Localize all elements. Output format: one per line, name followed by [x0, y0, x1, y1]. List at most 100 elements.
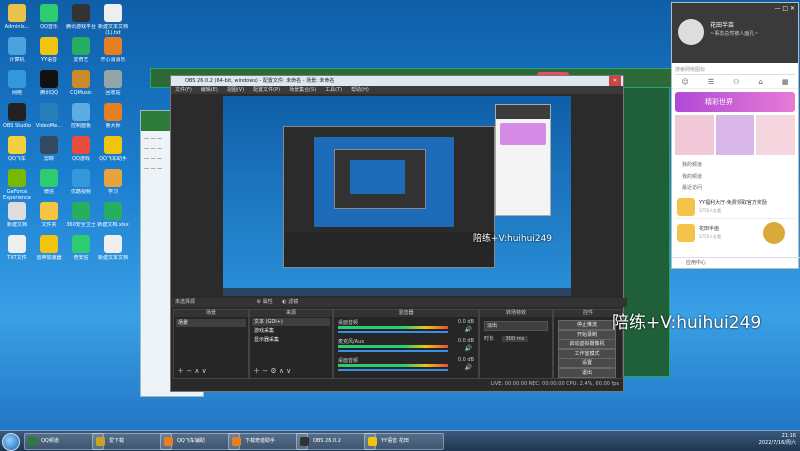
control-button[interactable]: 工作室模式: [558, 348, 616, 359]
menu-item[interactable]: 文件(F): [175, 87, 192, 93]
taskbar-item[interactable]: YY语音 花田: [364, 433, 444, 450]
control-button[interactable]: 停止推流: [558, 320, 616, 330]
list-item[interactable]: YY福利大厅-免费领取官方奖励 3755人在看: [675, 196, 795, 219]
mixer-track: 麦克风/Aux 0.0 dB 🔊: [338, 338, 474, 355]
chat-icon[interactable]: ☺: [682, 78, 689, 88]
list-item[interactable]: 花田半亩 3755人在看: [675, 222, 795, 244]
menu-item[interactable]: 场景集合(S): [289, 87, 316, 93]
contacts-icon[interactable]: ☰: [708, 78, 714, 88]
desktop-icon-label: 腾讯QQ: [40, 90, 58, 96]
apps-icon[interactable]: ▦: [782, 78, 789, 88]
duration-label: 时长: [484, 336, 495, 342]
desktop-icon[interactable]: 雷神加速器: [32, 235, 66, 267]
desktop-icon[interactable]: 计算机: [0, 37, 34, 69]
clock-time[interactable]: 21:16: [759, 433, 796, 440]
desktop-icon[interactable]: QQ游戏: [64, 136, 98, 168]
desktop-icon[interactable]: 奇安信: [64, 235, 98, 267]
app-icon: [40, 4, 58, 22]
desktop-icon[interactable]: 新建文档.xlsx: [96, 202, 130, 234]
filters-button[interactable]: 滤镜: [288, 299, 298, 305]
desktop-icon-label: 雷神加速器: [36, 255, 62, 261]
gear-icon[interactable]: ⚙: [257, 299, 261, 305]
desktop-icon-label: 新建文档.xlsx: [97, 222, 129, 228]
desktop-icon[interactable]: 新建文本文档: [96, 235, 130, 267]
desktop-icon[interactable]: CQMusic: [64, 70, 98, 102]
avatar[interactable]: [678, 19, 704, 45]
desktop-icon[interactable]: 新建文本文档 (1).txt: [96, 4, 130, 36]
source-item[interactable]: 文本 (GDI+): [252, 318, 330, 326]
desktop-icon[interactable]: TXT文件: [0, 235, 34, 267]
app-icon: [72, 235, 90, 253]
desktop-icon[interactable]: QQ飞车: [0, 136, 34, 168]
control-button[interactable]: 开始录制: [558, 329, 616, 340]
desktop-icon[interactable]: 爱奇艺: [64, 37, 98, 69]
control-button[interactable]: 设置: [558, 358, 616, 368]
desktop-icon[interactable]: 腾讯游戏平台: [64, 4, 98, 36]
app-icon: [104, 37, 122, 55]
volume-slider[interactable]: [338, 350, 448, 352]
section-my-channel[interactable]: 我的频道: [672, 158, 798, 171]
menu-item[interactable]: 编辑(E): [201, 87, 218, 93]
speaker-icon[interactable]: 🔊: [465, 326, 472, 333]
speaker-icon[interactable]: 🔊: [465, 345, 472, 352]
group-icon[interactable]: ⚇: [733, 78, 739, 88]
desktop-icon[interactable]: 回收站: [96, 70, 130, 102]
desktop-icon[interactable]: 文件夹: [32, 202, 66, 234]
desktop-icon[interactable]: 学习: [96, 169, 130, 201]
section-recent[interactable]: 最近访问: [672, 182, 798, 193]
window-controls[interactable]: — □ ✕: [774, 5, 795, 12]
scene-controls[interactable]: ＋ − ∧ ∨: [177, 366, 207, 376]
desktop-icon[interactable]: 腾讯QQ: [32, 70, 66, 102]
desktop-icon[interactable]: QQ音乐: [32, 4, 66, 36]
desktop-icon[interactable]: 鲁大师: [96, 103, 130, 135]
app-icon: [72, 37, 90, 55]
desktop-icon[interactable]: 360安全卫士: [64, 202, 98, 234]
menu-item[interactable]: 帮助(H): [351, 87, 369, 93]
scene-item[interactable]: 场景: [176, 319, 246, 327]
clock-date[interactable]: 2022/7/16/周六: [759, 440, 796, 447]
menu-item[interactable]: 视图(V): [227, 87, 244, 93]
control-button[interactable]: 退出: [558, 367, 616, 378]
desktop-icon[interactable]: 新建文档: [0, 202, 34, 234]
volume-slider[interactable]: [338, 331, 448, 333]
desktop-icon[interactable]: 控制面板: [64, 103, 98, 135]
desktop-icon[interactable]: QQ飞车助手: [96, 136, 130, 168]
control-button[interactable]: 启动虚拟摄像机: [558, 339, 616, 349]
search-input[interactable]: 搜索网络图标: [675, 66, 795, 75]
section-channel-list[interactable]: 我的频道: [672, 171, 798, 182]
channel-icon[interactable]: ⌂: [758, 78, 762, 88]
start-button[interactable]: [2, 433, 20, 451]
volume-slider[interactable]: [338, 369, 448, 371]
source-controls[interactable]: ＋ − ⚙ ∧ ∨: [253, 366, 291, 376]
footer-label[interactable]: 应用中心: [686, 260, 706, 266]
menu-item[interactable]: 工具(T): [325, 87, 342, 93]
banner-label: 精彩世界: [705, 98, 733, 106]
desktop-icon[interactable]: OBS Studio: [0, 103, 34, 135]
source-item[interactable]: 显示器采集: [252, 336, 330, 344]
desktop-icon[interactable]: 优酷视频: [64, 169, 98, 201]
banner[interactable]: 精彩世界: [675, 92, 795, 112]
featured-images[interactable]: [675, 115, 796, 155]
app-icon: [40, 235, 58, 253]
desktop-icon-label: 奇安信: [73, 255, 89, 261]
desktop-icon-label: 开心消消乐: [100, 57, 126, 63]
yy-panel: 花田半亩 ~事态总然被人面孔~ — □ ✕ 搜索网络图标 ☺ ☰ ⚇ ⌂ ▦ 精彩世界 …: [671, 2, 800, 269]
close-icon[interactable]: ✕: [609, 76, 621, 86]
source-item[interactable]: 游戏采集: [252, 327, 330, 335]
transition-select[interactable]: 淡出: [484, 321, 548, 331]
menu-item[interactable]: 配置文件(P): [253, 87, 280, 93]
sources-dock: 来源 文本 (GDI+) 游戏采集 显示器采集 ＋ − ⚙ ∧ ∨: [249, 309, 333, 379]
desktop-icon[interactable]: Adminis...: [0, 4, 34, 36]
desktop-icon[interactable]: VideoMe...: [32, 103, 66, 135]
desktop-icon[interactable]: 微信: [32, 169, 66, 201]
duration-input[interactable]: 300 ms: [501, 336, 529, 342]
desktop-icon[interactable]: 网络: [0, 70, 34, 102]
properties-button[interactable]: 属性: [263, 299, 273, 305]
speaker-icon[interactable]: 🔊: [465, 364, 472, 371]
filter-icon[interactable]: ◐: [282, 299, 286, 305]
mixer-dock: 混音器 桌面音频 0.0 dB 🔊 麦克风/Aux 0.0 dB 🔊 桌面音频 0.0 dB 🔊: [333, 309, 479, 379]
desktop-icon[interactable]: 开心消消乐: [96, 37, 130, 69]
desktop-icon[interactable]: YY语音: [32, 37, 66, 69]
desktop-icon[interactable]: 剪映: [32, 136, 66, 168]
desktop-icon[interactable]: GeForce Experience: [0, 169, 34, 201]
